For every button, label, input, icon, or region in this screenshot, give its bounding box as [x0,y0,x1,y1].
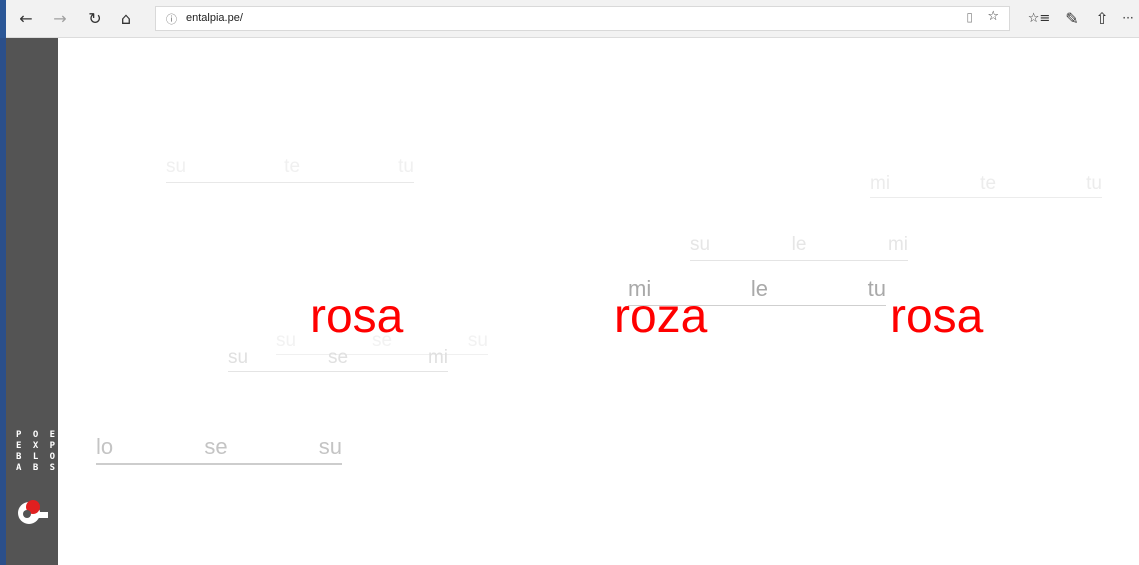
favorite-star-icon[interactable]: ☆ [987,9,999,24]
forward-arrow-icon: → [53,8,67,28]
row-word: se [327,347,349,368]
notes-button[interactable]: ✎ [1060,6,1084,30]
home-icon: ⌂ [120,8,132,28]
red-word: rosa [890,290,984,343]
row-word: su [166,156,187,177]
reading-view-icon[interactable]: ▯ [966,10,973,24]
favorites-list-icon: ☆≡ [1027,10,1051,26]
word-row: su le mi [690,234,908,261]
pen-icon: ✎ [1065,8,1079,28]
row-word: tu [398,156,414,177]
more-icon: ··· [1122,11,1134,25]
window-accent [0,0,6,38]
back-button[interactable]: ← [14,6,38,30]
word-row: lo se su [96,434,342,465]
share-button[interactable]: ⇧ [1090,6,1114,30]
row-word: se [204,434,228,459]
row-word: te [284,156,301,177]
sidebar-accent [0,38,6,565]
address-bar[interactable]: ⓘ entalpia.pe/ ▯ ☆ [155,6,1010,31]
row-word: te [980,173,997,194]
favorites-button[interactable]: ☆≡ [1027,6,1051,30]
row-word: mi [427,347,448,368]
logo-line: E X P [16,441,59,451]
logo-line: A B S [16,463,59,473]
row-word: lo [96,434,114,459]
word-row: mi te tu [870,173,1102,198]
logo-line: P O E [16,430,59,440]
red-word: roza [614,290,708,343]
more-button[interactable]: ··· [1118,6,1138,30]
forward-button[interactable]: → [48,6,72,30]
row-word: su [467,330,488,351]
row-word: mi [870,173,891,194]
row-word: su [690,234,711,255]
sidebar [0,38,58,565]
site-info-icon[interactable]: ⓘ [166,11,177,27]
back-arrow-icon: ← [19,8,33,28]
poe-exp-logo[interactable]: P O E E X P B L O A B S [16,430,58,474]
row-word: mi [887,234,908,255]
word-row: su se mi [228,347,448,372]
row-word: tu [1086,173,1102,194]
row-word: tu [867,276,886,301]
logo-line: B L O [16,452,59,462]
browser-toolbar: ← → ↻ ⌂ ⓘ entalpia.pe/ ▯ ☆ ☆≡ ✎ ⇧ ··· [0,0,1139,38]
url-text[interactable]: entalpia.pe/ [186,12,243,24]
share-icon: ⇧ [1095,8,1109,28]
row-word: su [228,347,249,368]
row-word: le [791,234,807,255]
row-word: su [318,434,342,459]
logo-emblem-icon[interactable] [16,495,52,527]
word-row: su te tu [166,156,414,183]
refresh-icon: ↻ [88,8,102,28]
home-button[interactable]: ⌂ [114,6,138,30]
refresh-button[interactable]: ↻ [83,6,107,30]
page-content: su te tu mi te tu su le mi mi le tu su s… [58,38,1139,565]
row-word: le [750,276,768,301]
red-word: rosa [310,290,404,343]
